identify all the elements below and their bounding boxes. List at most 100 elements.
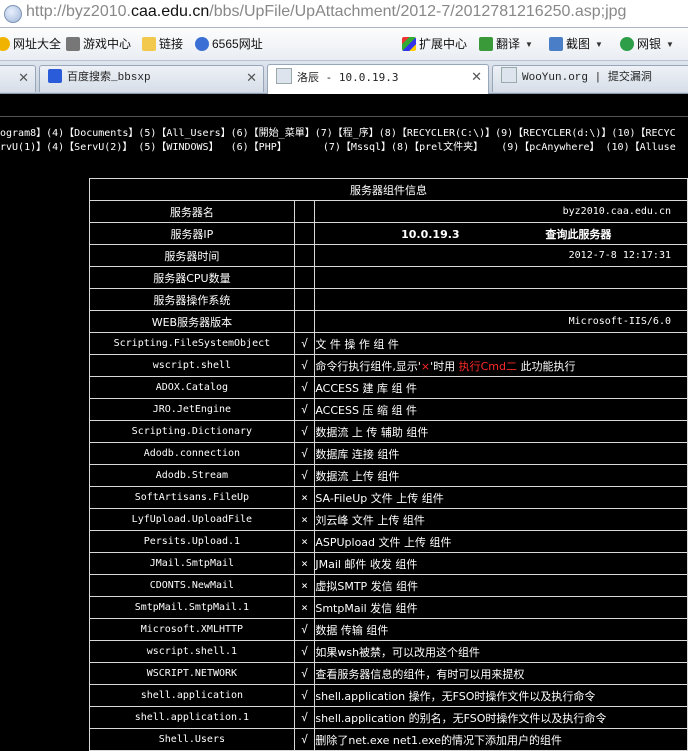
address-bar[interactable]: http://byz2010.caa.edu.cn/bbs/UpFile/UpA… [0,0,688,28]
component-description: JMail 邮件 收发 组件 [314,552,688,575]
toolbar-item-bank[interactable]: 网银 ▼ [620,36,674,52]
component-name: shell.application.1 [89,706,295,729]
table-row: WSCRIPT.NETWORK √ 查看服务器信息的组件，有时可以用来提权 [89,662,688,685]
close-icon[interactable]: ✕ [471,65,482,90]
toolbar-label-bank: 网银 [637,37,662,51]
close-icon[interactable]: ✕ [18,66,29,91]
chevron-down-icon[interactable]: ▼ [666,37,674,53]
gamepad-icon [66,37,80,51]
url-path: /bbs/UpFile/UpAttachment/2012-7/20127812… [209,3,627,20]
component-status-mark: √ [293,464,316,487]
table-row: SmtpMail.SmtpMail.1 × SmtpMail 发信 组件 [89,596,688,619]
close-icon[interactable]: ✕ [246,66,257,91]
table-row: 服务器名 byz2010.caa.edu.cn [89,200,688,223]
component-status-mark: √ [293,640,316,663]
server-field-name: 服务器操作系统 [89,288,295,311]
table-row: wscript.shell √ 命令行执行组件,显示'×'时用 执行Cmd二 此功能… [89,354,688,377]
table-row: Microsoft.XMLHTTP √ 数据 传输 组件 [89,618,688,641]
table-row: LyfUpload.UploadFile × 刘云峰 文件 上传 组件 [89,508,688,531]
component-status-mark: √ [293,684,316,707]
translate-icon [479,37,493,51]
toolbar-item-screenshot[interactable]: 截图 ▼ [549,36,603,52]
server-field-name: 服务器名 [89,200,295,223]
toolbar-item-translate[interactable]: 翻译 ▼ [479,36,533,52]
component-description: 数据流 上 传 辅助 组件 [314,420,688,443]
toolbar-label-extensions: 扩展中心 [419,37,468,51]
server-field-name: 服务器CPU数量 [89,266,295,289]
url-text[interactable]: http://byz2010.caa.edu.cn/bbs/UpFile/UpA… [26,3,626,21]
folder-links-line-1[interactable]: ogram8】(4)【Documents】(5)【All_Users】(6)【開… [0,128,676,140]
tab-baidu[interactable]: 百度搜索_bbsxp ✕ [39,65,264,92]
server-field-value [314,266,688,289]
cross-mark: × [420,359,431,373]
tab-label: 百度搜索_bbsxp [67,72,151,84]
tab-luochen[interactable]: 洛辰 - 10.0.19.3 ✕ [267,64,489,94]
desc-part: 命令行执行组件,显示' [315,359,421,373]
component-status-mark: √ [293,420,316,443]
component-name: Shell.Users [89,728,295,751]
desc-part: 此功能执行 [517,359,576,373]
url-prefix: http://byz2010. [26,3,131,20]
component-description: ACCESS 建 库 组 件 [314,376,688,399]
toolbar-item-games[interactable]: 游戏中心 [66,36,131,52]
server-ip-value: 10.0.19.3 [401,227,460,241]
component-status-mark: √ [293,354,316,377]
component-name: LyfUpload.UploadFile [89,508,295,531]
component-status-mark: × [293,530,316,553]
table-row: ADOX.Catalog √ ACCESS 建 库 组 件 [89,376,688,399]
toolbar-item-links[interactable]: 链接 [142,36,183,52]
toolbar-label-links: 链接 [159,37,184,51]
cmd-highlight: 执行Cmd二 [458,359,518,373]
server-field-value: 2012-7-8 12:17:31 [314,244,688,267]
tab-wooyun[interactable]: WooYun.org | 提交漏洞 [492,65,688,92]
table-row: 服务器操作系统 [89,288,688,311]
component-description: 命令行执行组件,显示'×'时用 执行Cmd二 此功能执行 [314,354,688,377]
server-components-table: 服务器组件信息 服务器名 byz2010.caa.edu.cn 服务器IP 10.0.… [89,178,688,751]
component-status-mark: × [293,596,316,619]
empty-cell [293,310,316,333]
tab-partial[interactable]: ✕ [0,65,36,92]
component-description: shell.application 的别名，无FSO时操作文件以及执行命令 [314,706,688,729]
component-name: Adodb.connection [89,442,295,465]
toolbar-item-sites[interactable]: 网址大全 [0,36,61,52]
toolbar-label-games: 游戏中心 [83,37,132,51]
table-header-row: 服务器组件信息 [89,178,688,201]
desc-part: '时用 [430,359,459,373]
component-name: Persits.Upload.1 [89,530,295,553]
table-row: Adodb.Stream √ 数据流 上传 组件 [89,464,688,487]
toolbar-item-6565[interactable]: 6565网址 [195,36,263,52]
component-name: Adodb.Stream [89,464,295,487]
table-row: WEB服务器版本 Microsoft-IIS/6.0 [89,310,688,333]
chevron-down-icon[interactable]: ▼ [595,37,603,53]
table-row: shell.application.1 √ shell.application 的别… [89,706,688,729]
component-status-mark: √ [293,332,316,355]
table-row: CDONTS.NewMail × 虚拟SMTP 发信 组件 [89,574,688,597]
folder-links-line-2[interactable]: rvU(1)】(4)【ServU(2)】 (5)【WINDOWS】 (6)【PH… [0,142,676,154]
chevron-down-icon[interactable]: ▼ [525,37,533,53]
page-icon [276,68,292,84]
server-field-name: 服务器IP [89,222,295,245]
component-status-mark: √ [293,706,316,729]
table-row: Adodb.connection √ 数据库 连接 组件 [89,442,688,465]
component-name: JMail.SmtpMail [89,552,295,575]
table-row: wscript.shell.1 √ 如果wsh被禁，可以改用这个组件 [89,640,688,663]
component-name: SmtpMail.SmtpMail.1 [89,596,295,619]
empty-cell [293,244,316,267]
extensions-icon [402,37,416,51]
query-server-link[interactable]: 查询此服务器 [545,228,611,241]
url-domain: caa.edu.cn [130,3,210,20]
table-row: JRO.JetEngine √ ACCESS 压 缩 组 件 [89,398,688,421]
toolbar-item-extensions[interactable]: 扩展中心 [402,36,467,52]
component-description: ACCESS 压 缩 组 件 [314,398,688,421]
page-content: ogram8】(4)【Documents】(5)【All_Users】(6)【開… [0,94,688,751]
server-field-value: Microsoft-IIS/6.0 [314,310,688,333]
component-name: Scripting.Dictionary [89,420,295,443]
baidu-paw-icon [48,69,62,83]
globe-icon [4,5,22,23]
empty-cell [293,266,316,289]
component-description: 如果wsh被禁，可以改用这个组件 [314,640,688,663]
tab-label: WooYun.org | 提交漏洞 [522,72,652,84]
table-row: shell.application √ shell.application 操作，无… [89,684,688,707]
component-status-mark: × [293,508,316,531]
toolbar-label-6565: 6565网址 [212,37,263,51]
